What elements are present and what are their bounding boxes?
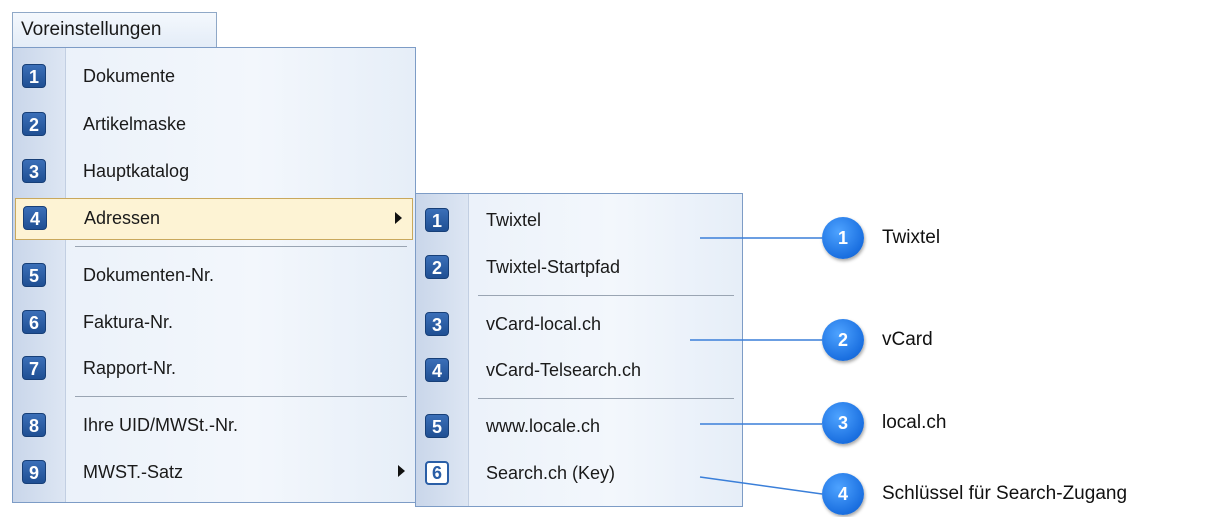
callout-text-3: local.ch: [882, 412, 947, 433]
callout-text-2: vCard: [882, 329, 933, 350]
callout-badge-3: 3: [822, 402, 864, 444]
callout-text-4: Schlüssel für Search-Zugang: [882, 483, 1128, 504]
callout-text-1: Twixtel: [882, 227, 941, 248]
callout-badge-4: 4: [822, 473, 864, 515]
callout-badge-2: 2: [822, 319, 864, 361]
connector-line-4: [699, 476, 823, 495]
callout-badge-1: 1: [822, 217, 864, 259]
callout-connectors: [690, 237, 823, 495]
